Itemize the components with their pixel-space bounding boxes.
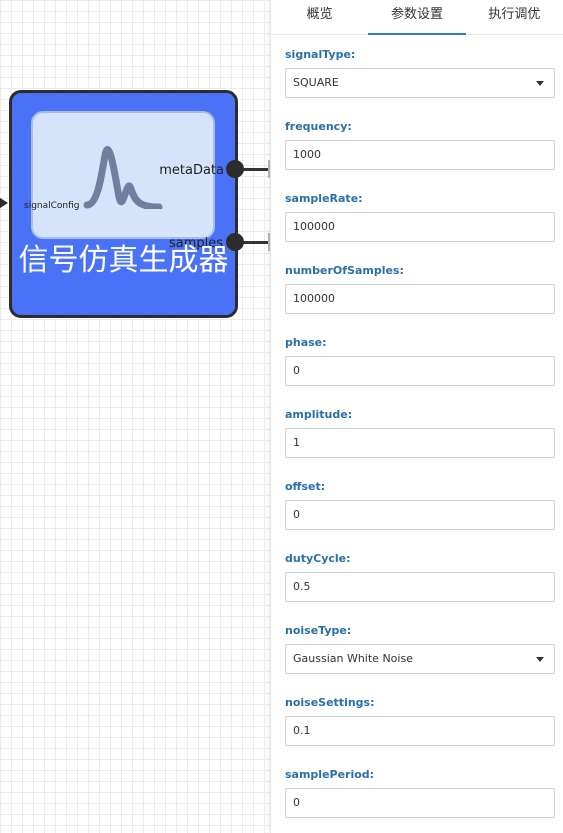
waveform-icon	[83, 146, 163, 209]
field-label: numberOfSamples:	[285, 264, 404, 277]
tab-parameters[interactable]: 参数设置	[368, 0, 466, 35]
field-noise-settings: noiseSettings: 0.1	[285, 682, 555, 754]
caret-down-icon	[536, 657, 544, 662]
flow-canvas[interactable]: signalConfig metaData samples 信号仿真生成器	[0, 0, 270, 833]
tab-overview[interactable]: 概览	[271, 0, 368, 34]
offset-input[interactable]: 0	[285, 500, 555, 530]
field-label: dutyCycle:	[285, 552, 351, 565]
duty-cycle-input[interactable]: 0.5	[285, 572, 555, 602]
input-port-label: signalConfig	[24, 201, 80, 211]
tab-tuning[interactable]: 执行调优	[466, 0, 563, 34]
output-port-label-metadata: metaData	[159, 163, 224, 178]
noise-settings-input[interactable]: 0.1	[285, 716, 555, 746]
select-value: Gaussian White Noise	[293, 652, 413, 665]
field-amplitude: amplitude: 1	[285, 394, 555, 466]
sample-period-input[interactable]: 0	[285, 788, 555, 818]
phase-input[interactable]: 0	[285, 356, 555, 386]
field-label: samplePeriod:	[285, 768, 375, 781]
output-port-metadata[interactable]	[226, 160, 244, 178]
properties-panel: 概览 参数设置 执行调优 signalType: SQUARE frequenc…	[270, 0, 563, 833]
field-offset: offset: 0	[285, 466, 555, 538]
field-label: phase:	[285, 336, 327, 349]
field-sample-rate: sampleRate: 100000	[285, 178, 555, 250]
signal-generator-node[interactable]: signalConfig metaData samples 信号仿真生成器	[9, 90, 270, 318]
frequency-input[interactable]: 1000	[285, 140, 555, 170]
field-label: noiseType:	[285, 624, 352, 637]
field-sample-period: samplePeriod: 0	[285, 754, 555, 826]
signal-type-select[interactable]: SQUARE	[285, 68, 555, 98]
field-duty-cycle: dutyCycle: 0.5	[285, 538, 555, 610]
node-title: 信号仿真生成器	[18, 243, 229, 278]
field-phase: phase: 0	[285, 322, 555, 394]
field-label: sampleRate:	[285, 192, 363, 205]
field-label: frequency:	[285, 120, 352, 133]
sample-rate-input[interactable]: 100000	[285, 212, 555, 242]
select-value: SQUARE	[293, 76, 339, 89]
amplitude-input[interactable]: 1	[285, 428, 555, 458]
input-connector[interactable]	[0, 194, 8, 212]
port-wire	[242, 241, 270, 244]
field-signal-type: signalType: SQUARE	[285, 34, 555, 106]
caret-down-icon	[536, 81, 544, 86]
field-label: amplitude:	[285, 408, 353, 421]
field-noise-type: noiseType: Gaussian White Noise	[285, 610, 555, 682]
noise-type-select[interactable]: Gaussian White Noise	[285, 644, 555, 674]
port-wire	[242, 168, 270, 171]
field-label: signalType:	[285, 48, 356, 61]
panel-tabs: 概览 参数设置 执行调优	[271, 0, 563, 35]
field-number-of-samples: numberOfSamples: 100000	[285, 250, 555, 322]
field-frequency: frequency: 1000	[285, 106, 555, 178]
number-of-samples-input[interactable]: 100000	[285, 284, 555, 314]
field-label: offset:	[285, 480, 326, 493]
parameter-form: signalType: SQUARE frequency: 1000 sampl…	[285, 34, 555, 826]
field-label: noiseSettings:	[285, 696, 375, 709]
